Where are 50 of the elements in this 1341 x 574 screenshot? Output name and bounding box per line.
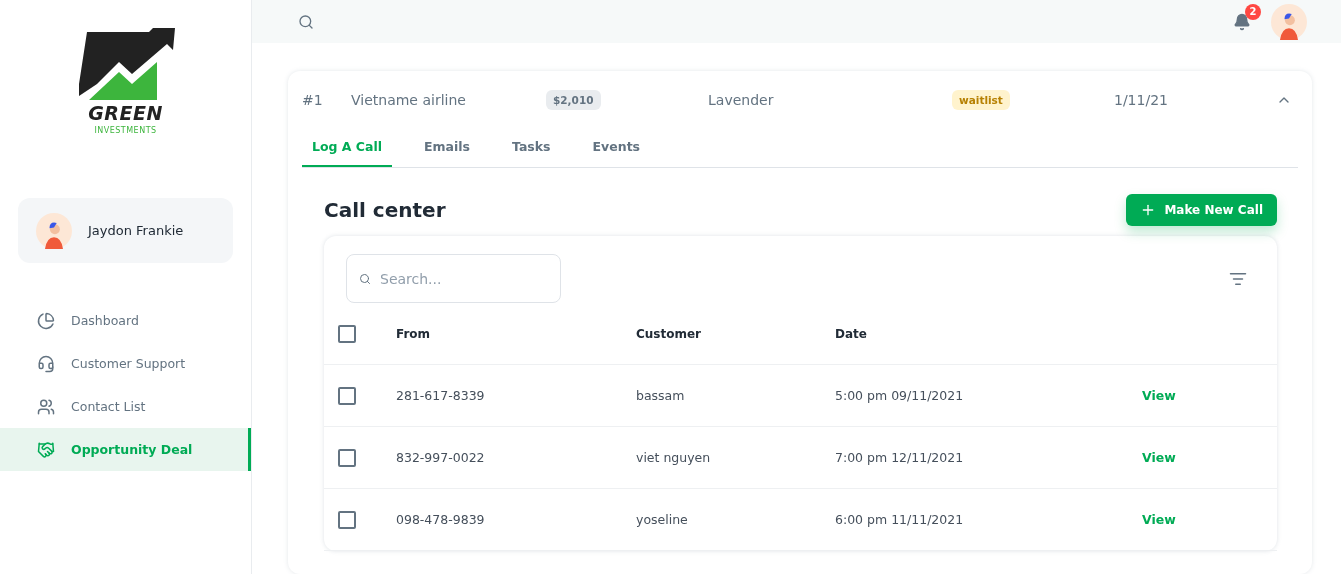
search-icon [359,273,371,285]
logo-icon [76,28,175,100]
nav-item[interactable]: Contact List [0,385,251,428]
handshake-icon [37,440,55,459]
make-call-button[interactable]: Make New Call [1126,194,1277,226]
avatar [36,212,72,249]
search-icon[interactable] [298,13,314,30]
column-header: From [396,326,432,341]
column-header: Date [835,326,868,341]
status-chip: waitlist [952,90,1010,110]
checkbox[interactable] [338,324,356,343]
notification-badge: 2 [1245,3,1261,20]
tab[interactable]: Log A Call [302,129,392,167]
deal-date: 1/11/21 [1114,92,1169,108]
nav-item[interactable]: Opportunity Deal [0,428,251,471]
avatar [1271,3,1307,40]
logo-name: GREEN [88,104,163,123]
table-cell-text: 832-997-0022 [396,450,486,465]
table-cell-text: 5:00 pm 09/11/2021 [835,388,965,403]
table-cell-text: bassam [636,388,686,403]
table-cell-text: 281-617-8339 [396,388,486,403]
table-cell-text: viet nguyen [636,450,712,465]
column-header: Customer [636,326,703,341]
tab[interactable]: Emails [414,129,480,167]
view-link[interactable]: View [1142,512,1277,527]
deal-name: Vietname airline [351,92,467,108]
deal-number: #1 [302,92,324,108]
search-field[interactable]: Search... [346,254,561,303]
bell-icon[interactable] [1233,12,1251,31]
tab[interactable]: Events [582,129,651,167]
checkbox[interactable] [338,448,356,467]
nav-item[interactable]: Dashboard [0,299,251,342]
nav-item[interactable]: Customer Support [0,342,251,385]
people-icon [37,397,55,416]
logo-tagline: INVESTMENTS [94,126,157,135]
headset-icon [37,354,55,373]
view-link[interactable]: View [1142,450,1277,465]
amount-chip: $2,010 [546,90,601,110]
table-cell-text: 7:00 pm 12/11/2021 [835,450,965,465]
deal-contact: Lavender [708,92,775,108]
tab[interactable]: Tasks [502,129,561,167]
table-cell-text: 098-478-9839 [396,512,486,527]
checkbox[interactable] [338,510,356,529]
pie-chart-icon [37,311,55,330]
view-link[interactable]: View [1142,388,1277,403]
checkbox[interactable] [338,386,356,405]
table-cell-text: yoseline [636,512,689,527]
table-cell-text: 6:00 pm 11/11/2021 [835,512,965,527]
user-name: Jaydon Frankie [88,223,184,238]
section-title: Call center [324,198,446,222]
